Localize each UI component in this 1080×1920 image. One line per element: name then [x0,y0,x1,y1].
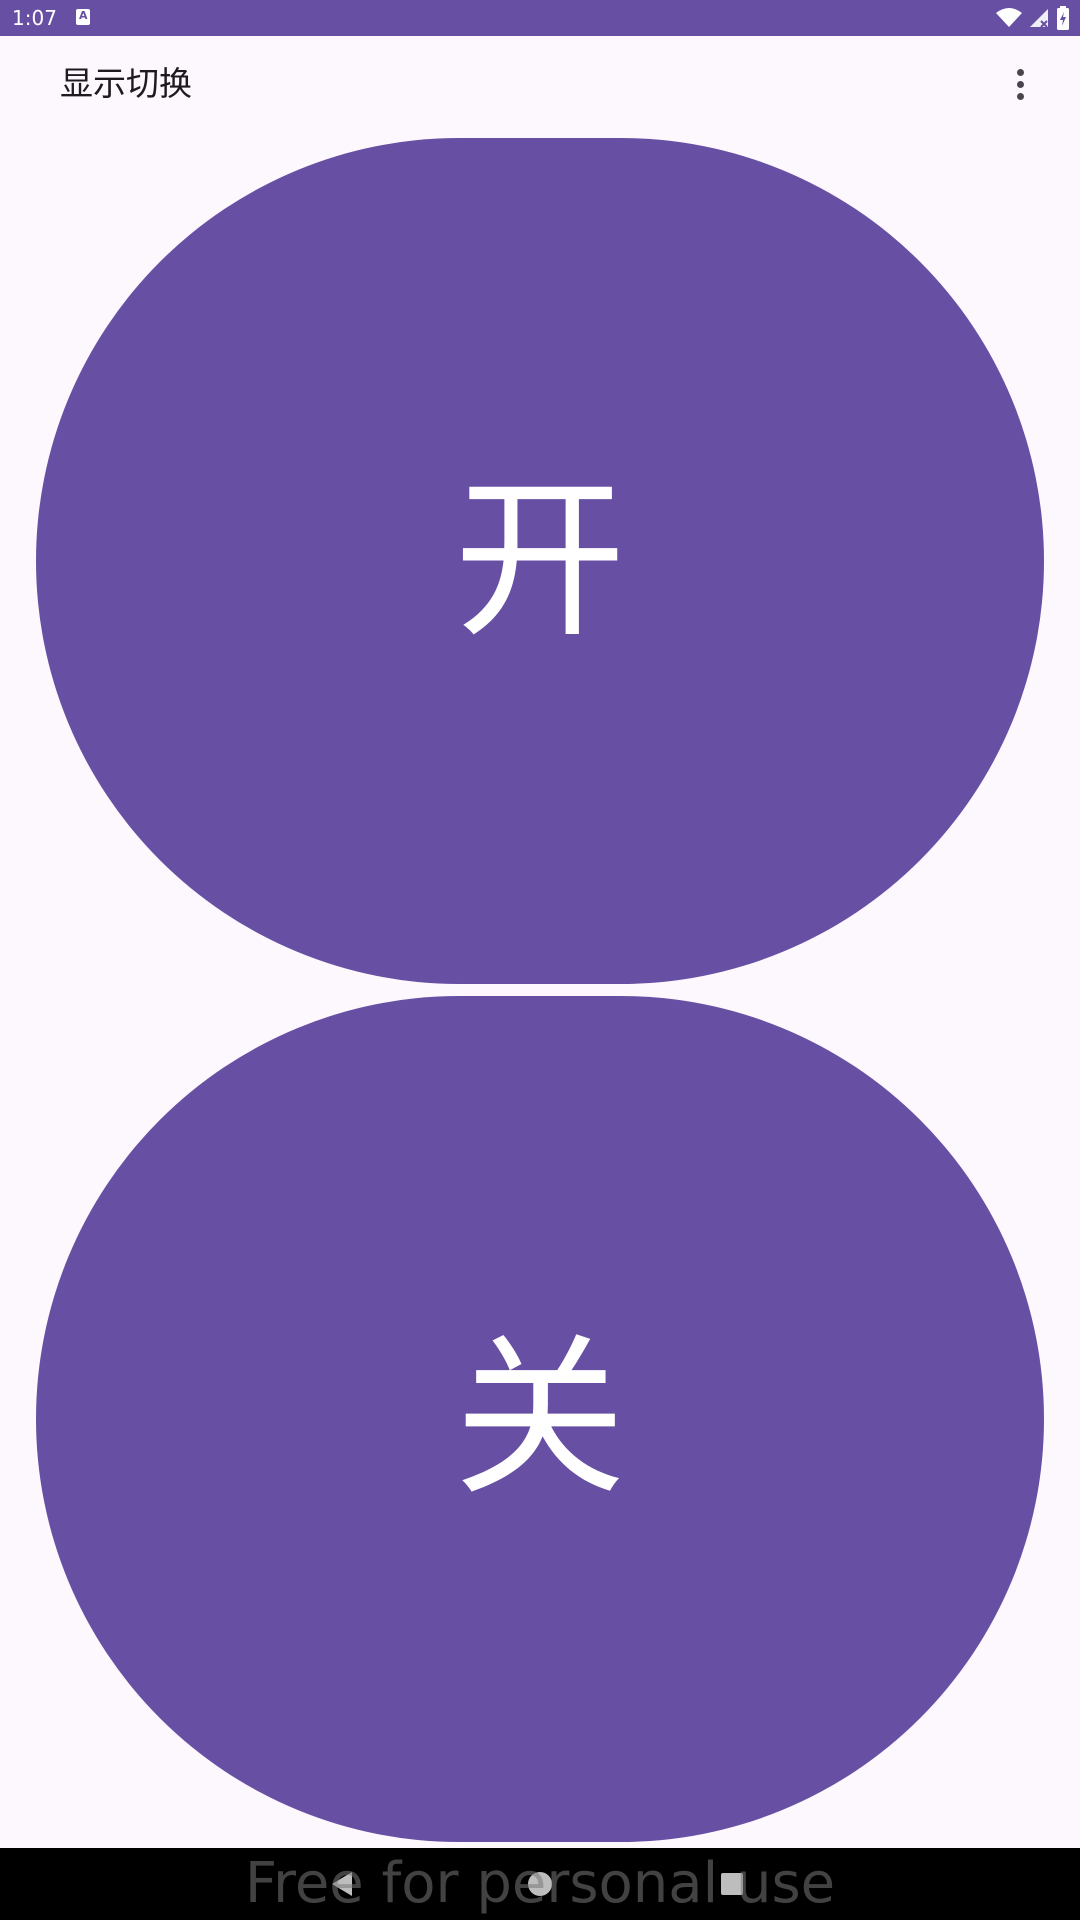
recents-icon[interactable] [721,1873,743,1895]
keyboard-a-icon [76,9,90,25]
more-options-button[interactable] [996,60,1044,108]
status-time: 1:07 [12,6,57,30]
on-button-label: 开 [454,460,626,661]
battery-charging-icon [1057,6,1069,30]
off-button-label: 关 [454,1318,626,1519]
back-icon[interactable] [332,1872,352,1896]
status-bar: 1:07 [0,0,1080,36]
wifi-icon [996,8,1022,27]
off-button[interactable]: 关 [36,996,1044,1842]
more-vert-icon-dot [1016,92,1024,100]
navigation-bar [0,1848,1080,1920]
more-vert-icon [1016,68,1024,76]
page-title: 显示切换 [60,64,192,103]
cell-signal-off-icon [1030,9,1048,28]
more-vert-icon-dot [1016,80,1024,88]
on-button[interactable]: 开 [36,138,1044,984]
home-icon[interactable] [528,1872,552,1896]
status-icons [996,6,1070,30]
top-app-bar: 显示切换 [0,36,1080,132]
